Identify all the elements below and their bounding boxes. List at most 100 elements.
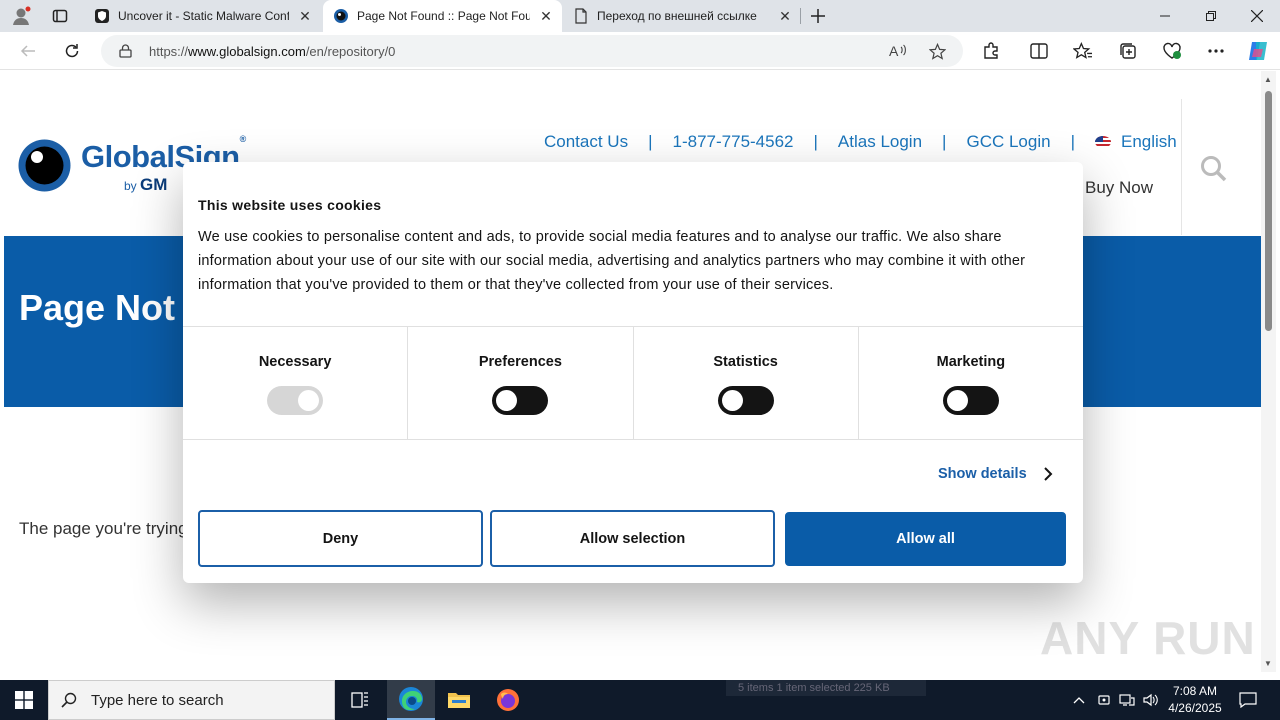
url-scheme: https:// (149, 44, 189, 59)
tab-close-icon[interactable]: ✕ (538, 8, 554, 24)
close-icon (1251, 10, 1263, 22)
statistics-toggle[interactable] (717, 386, 774, 415)
profile-icon (13, 6, 31, 25)
language-selector[interactable]: English (1121, 132, 1177, 152)
read-aloud-icon[interactable]: A (889, 43, 907, 59)
tray-network[interactable] (1116, 680, 1138, 720)
tab-uncover-it[interactable]: Uncover it - Static Malware Confi ✕ (84, 0, 321, 32)
clock-date: 4/26/2025 (1168, 701, 1222, 715)
tray-device[interactable] (1093, 680, 1115, 720)
tab-external-link[interactable]: Переход по внешней ссылке ✕ (563, 0, 801, 32)
toggle-knob (496, 390, 518, 411)
buy-now-link[interactable]: Buy Now (1085, 178, 1153, 198)
firefox-icon (497, 689, 519, 711)
tray-chevron-up[interactable] (1068, 680, 1090, 720)
show-details-link[interactable]: Show details (938, 466, 1055, 482)
tab-actions-icon (52, 9, 68, 23)
minimize-icon (1160, 15, 1170, 17)
refresh-button[interactable] (57, 36, 87, 66)
url-text: https://www.globalsign.com/en/repository… (149, 44, 395, 59)
header-divider (1181, 99, 1182, 235)
toggle-knob (721, 390, 743, 411)
taskbar-firefox[interactable] (484, 680, 532, 720)
toggle-knob (946, 390, 968, 411)
task-view-button[interactable] (336, 680, 384, 720)
preferences-toggle[interactable] (492, 386, 549, 415)
phone-link[interactable]: 1-877-775-4562 (673, 132, 794, 152)
scrollbar-thumb[interactable] (1265, 91, 1272, 331)
search-icon[interactable] (1200, 155, 1228, 183)
gcc-login-link[interactable]: GCC Login (966, 132, 1050, 152)
browser-essentials-button[interactable] (1157, 36, 1187, 66)
consent-label: Statistics (713, 354, 778, 370)
close-window-button[interactable] (1234, 0, 1280, 32)
back-button[interactable] (13, 36, 43, 66)
tab-actions-button[interactable] (45, 1, 75, 31)
browser-tab-strip: Uncover it - Static Malware Confi ✕ Page… (0, 0, 1280, 32)
tab-close-icon[interactable]: ✕ (297, 8, 313, 24)
notification-center-button[interactable] (1232, 680, 1264, 720)
address-bar[interactable]: https://www.globalsign.com/en/repository… (101, 35, 963, 67)
anyrun-watermark: ANY RUN (1040, 612, 1256, 664)
scroll-up-icon[interactable]: ▲ (1264, 75, 1272, 84)
browser-toolbar: https://www.globalsign.com/en/repository… (0, 32, 1280, 70)
scroll-down-icon[interactable]: ▼ (1264, 659, 1272, 668)
favorites-list-icon (1073, 42, 1092, 59)
explorer-status-bar: 5 items 1 item selected 225 KB (726, 680, 926, 696)
windows-logo-icon (15, 691, 33, 709)
extensions-button[interactable] (976, 36, 1006, 66)
logo-byline: by GM (124, 175, 167, 195)
usb-device-icon (1098, 695, 1110, 705)
nav-separator: | (813, 132, 818, 151)
cookie-consent-dialog: This website uses cookies We use cookies… (183, 162, 1083, 583)
deny-button[interactable]: Deny (198, 510, 483, 567)
consent-label: Preferences (478, 354, 562, 370)
page-scrollbar[interactable]: ▲ ▼ (1261, 71, 1276, 672)
tab-title: Page Not Found :: Page Not Foun (357, 9, 530, 23)
new-tab-button[interactable] (803, 1, 833, 31)
logo-by: by (124, 179, 137, 193)
split-screen-icon (1030, 43, 1048, 59)
profile-button[interactable] (6, 1, 36, 31)
shield-favicon-icon (95, 9, 109, 23)
consent-label: Necessary (258, 354, 332, 370)
split-screen-button[interactable] (1024, 36, 1054, 66)
settings-more-button[interactable] (1201, 36, 1231, 66)
allow-all-button[interactable]: Allow all (785, 512, 1066, 566)
url-path: /en/repository/0 (305, 44, 396, 59)
taskbar-clock[interactable]: 7:08 AM 4/26/2025 (1160, 683, 1230, 717)
taskbar-search-box[interactable]: Type here to search (48, 680, 335, 720)
atlas-login-link[interactable]: Atlas Login (838, 132, 922, 152)
url-domain: www.globalsign.com (188, 44, 306, 59)
start-button[interactable] (0, 680, 48, 720)
nav-separator: | (942, 132, 947, 151)
chevron-right-icon (1043, 467, 1053, 481)
necessary-toggle (267, 386, 324, 415)
heart-pulse-icon (1163, 42, 1181, 59)
marketing-toggle[interactable] (942, 386, 999, 415)
globalsign-logo-icon[interactable] (18, 139, 71, 192)
taskbar-edge[interactable] (387, 680, 435, 720)
taskbar-file-explorer[interactable] (435, 680, 483, 720)
cookie-dialog-title: This website uses cookies (198, 197, 382, 213)
nav-separator: | (648, 132, 653, 151)
task-view-icon (351, 692, 368, 708)
tray-volume[interactable] (1140, 680, 1162, 720)
search-icon (61, 692, 77, 708)
restore-button[interactable] (1188, 0, 1234, 32)
network-icon (1119, 694, 1135, 706)
favorite-star-icon[interactable] (929, 43, 946, 60)
contact-us-link[interactable]: Contact Us (544, 132, 628, 152)
tab-page-not-found[interactable]: Page Not Found :: Page Not Foun ✕ (323, 0, 562, 32)
tab-close-icon[interactable]: ✕ (777, 8, 793, 24)
favorites-button[interactable] (1068, 36, 1098, 66)
collections-button[interactable] (1113, 36, 1143, 66)
allow-selection-button[interactable]: Allow selection (490, 510, 775, 567)
consent-categories: Necessary Preferences Statistics Marketi… (183, 326, 1083, 440)
copilot-button[interactable] (1243, 36, 1273, 66)
cookie-dialog-text: We use cookies to personalise content an… (198, 229, 1026, 293)
status-selected: 1 item selected 225 KB (776, 682, 890, 694)
folder-icon (448, 693, 470, 708)
minimize-button[interactable] (1142, 0, 1188, 32)
lock-icon (119, 44, 132, 58)
